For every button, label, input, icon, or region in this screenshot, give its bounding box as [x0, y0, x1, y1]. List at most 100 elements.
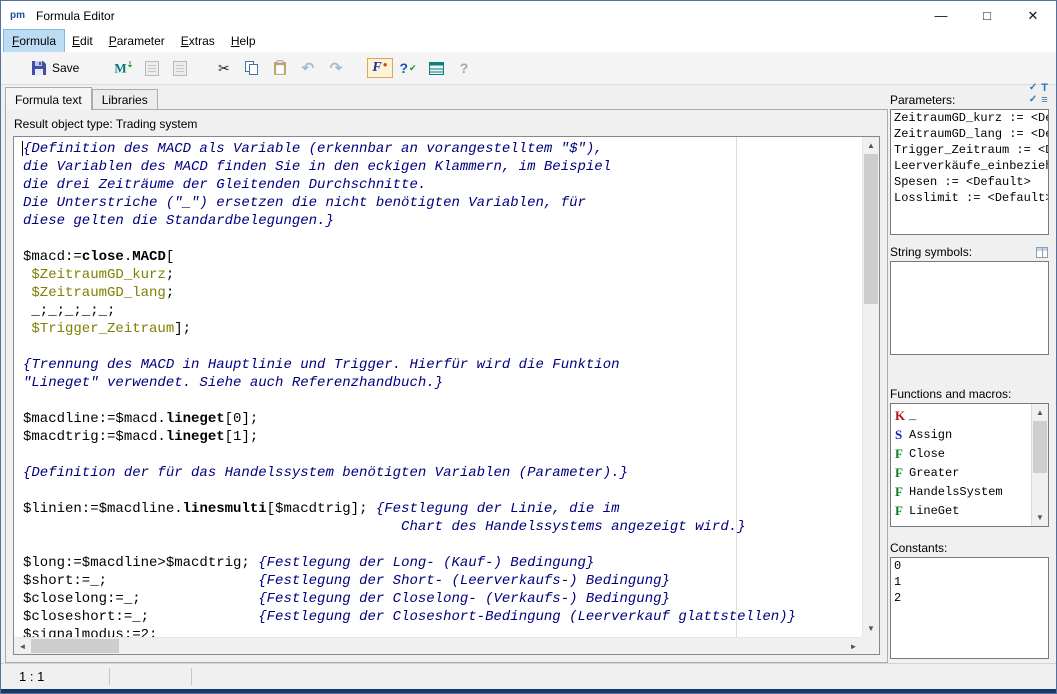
syntax-question-icon: ? — [399, 60, 408, 76]
zoom-level-indicator: 1 : 1 — [19, 669, 44, 684]
parameters-check-icon[interactable]: ✓✓ — [1029, 82, 1037, 106]
library-grid-icon — [429, 62, 444, 75]
scrollbar-corner — [862, 637, 879, 654]
horizontal-scroll-thumb[interactable] — [31, 639, 119, 653]
vertical-scroll-track[interactable] — [863, 154, 879, 620]
constants-list[interactable]: 012 — [890, 557, 1049, 659]
function-type-icon: S — [895, 427, 909, 443]
function-item[interactable]: FGreater — [891, 463, 1031, 482]
function-item[interactable]: SAssign — [891, 425, 1031, 444]
close-button[interactable]: ✕ — [1010, 1, 1056, 30]
floppy-icon — [31, 60, 47, 76]
parameters-text-icon[interactable]: T≡ — [1041, 82, 1048, 106]
parameters-list[interactable]: ZeitraumGD_kurz := <Default>ZeitraumGD_l… — [890, 109, 1049, 235]
window-bottom-edge — [1, 689, 1056, 693]
menu-item-parameter[interactable]: Parameter — [101, 30, 173, 52]
library-button[interactable] — [424, 56, 449, 81]
constants-label: Constants: — [890, 541, 947, 555]
window-controls: — □ ✕ — [918, 1, 1056, 30]
functions-scrollbar[interactable]: ▲ ▼ — [1031, 404, 1048, 526]
insert-doc-icon-disabled — [173, 61, 187, 76]
string-symbols-grid-icon[interactable] — [1036, 247, 1048, 258]
toolbar: Save M⇣ ✂ — [1, 52, 1056, 85]
scroll-left-arrow-icon[interactable]: ◄ — [14, 638, 31, 654]
parameter-item[interactable]: Trigger_Zeitraum := <Default> — [891, 142, 1048, 158]
functions-scroll-up-icon[interactable]: ▲ — [1032, 404, 1048, 421]
formula-check-button[interactable]: F● — [367, 56, 392, 81]
cut-button[interactable]: ✂ — [211, 56, 236, 81]
functions-scroll-down-icon[interactable]: ▼ — [1032, 509, 1048, 526]
paste-button[interactable] — [267, 56, 292, 81]
tab-strip: Formula text Libraries — [5, 87, 890, 109]
status-separator — [191, 668, 192, 685]
check-mark-icon: ✔ — [409, 63, 417, 74]
result-object-type-label: Result object type: Trading system — [6, 110, 887, 136]
function-type-icon: F — [895, 465, 909, 481]
function-item-label: Greater — [909, 466, 959, 480]
scissors-icon: ✂ — [218, 60, 230, 77]
undo-icon: ↶ — [302, 59, 315, 77]
parameter-item[interactable]: ZeitraumGD_lang := <Default> — [891, 126, 1048, 142]
menu-bar: FormulaEditParameterExtrasHelp — [1, 30, 1056, 52]
functions-list-items: K_SAssignFCloseFGreaterFHandelsSystemFLi… — [891, 404, 1031, 526]
constant-item[interactable]: 2 — [891, 590, 1048, 606]
function-item[interactable]: FLineGet — [891, 501, 1031, 520]
menu-item-formula[interactable]: Formula — [4, 30, 64, 52]
menu-item-extras[interactable]: Extras — [173, 30, 223, 52]
functions-list[interactable]: K_SAssignFCloseFGreaterFHandelsSystemFLi… — [890, 403, 1049, 527]
function-item-label: _ — [909, 409, 916, 423]
copy-button[interactable] — [239, 56, 264, 81]
parameter-item[interactable]: ZeitraumGD_kurz := <Default> — [891, 110, 1048, 126]
paste-icon — [273, 60, 287, 76]
editor-content[interactable]: {Definition des MACD als Variable (erken… — [14, 137, 862, 637]
editor-horizontal-scrollbar[interactable]: ◄ ► — [14, 637, 862, 654]
margin-guide-line — [736, 137, 737, 637]
side-panel: Parameters: ✓✓ T≡ ZeitraumGD_kurz := <De… — [890, 85, 1056, 663]
function-item[interactable]: K_ — [891, 406, 1031, 425]
function-item[interactable]: FClose — [891, 444, 1031, 463]
main-area: Formula text Libraries Result object typ… — [1, 85, 1056, 663]
function-item[interactable]: FHandelsSystem — [891, 482, 1031, 501]
parameter-item[interactable]: Spesen := <Default> — [891, 174, 1048, 190]
title-bar: pm Formula Editor — □ ✕ — [1, 1, 1056, 30]
window-title: Formula Editor — [36, 9, 115, 23]
constant-item[interactable]: 0 — [891, 558, 1048, 574]
editor-vertical-scrollbar[interactable]: ▲ ▼ — [862, 137, 879, 637]
formula-tab-page: Result object type: Trading system {Defi… — [5, 109, 888, 663]
constant-item[interactable]: 1 — [891, 574, 1048, 590]
formula-editor-window: pm Formula Editor — □ ✕ FormulaEditParam… — [0, 0, 1057, 694]
scroll-up-arrow-icon[interactable]: ▲ — [863, 137, 879, 154]
tab-formula-text[interactable]: Formula text — [5, 87, 92, 110]
insert-parameter-button — [167, 56, 192, 81]
macro-button[interactable]: M⇣ — [111, 56, 136, 81]
horizontal-scroll-track[interactable] — [31, 638, 845, 654]
minimize-button[interactable]: — — [918, 1, 964, 30]
formula-editor-frame: {Definition des MACD als Variable (erken… — [13, 136, 880, 655]
string-symbols-list[interactable] — [890, 261, 1049, 355]
parameter-item[interactable]: Losslimit := <Default> — [891, 190, 1048, 206]
menu-item-edit[interactable]: Edit — [64, 30, 101, 52]
function-item-label: HandelsSystem — [909, 485, 1003, 499]
save-button[interactable]: Save — [27, 56, 83, 81]
function-type-icon: F — [895, 446, 909, 462]
function-f-icon: F● — [367, 58, 392, 78]
menu-item-help[interactable]: Help — [223, 30, 264, 52]
status-separator — [109, 668, 110, 685]
syntax-check-button[interactable]: ?✔ — [396, 56, 421, 81]
functions-scroll-track[interactable] — [1032, 421, 1048, 509]
status-bar: 1 : 1 — [1, 663, 1056, 689]
tab-libraries[interactable]: Libraries — [92, 89, 158, 109]
maximize-button[interactable]: □ — [964, 1, 1010, 30]
function-item-label: Assign — [909, 428, 952, 442]
app-icon: pm — [10, 10, 30, 21]
scroll-right-arrow-icon[interactable]: ► — [845, 638, 862, 654]
vertical-scroll-thumb[interactable] — [864, 154, 878, 304]
function-type-icon: F — [895, 484, 909, 500]
functions-scroll-thumb[interactable] — [1033, 421, 1047, 473]
scroll-down-arrow-icon[interactable]: ▼ — [863, 620, 879, 637]
redo-button: ↷ — [323, 56, 348, 81]
tab-area: Formula text Libraries Result object typ… — [1, 85, 890, 663]
copy-icon — [245, 61, 259, 76]
parameter-item[interactable]: Leerverkäufe_einbeziehen := <Default> — [891, 158, 1048, 174]
insert-doc-icon-disabled — [145, 61, 159, 76]
